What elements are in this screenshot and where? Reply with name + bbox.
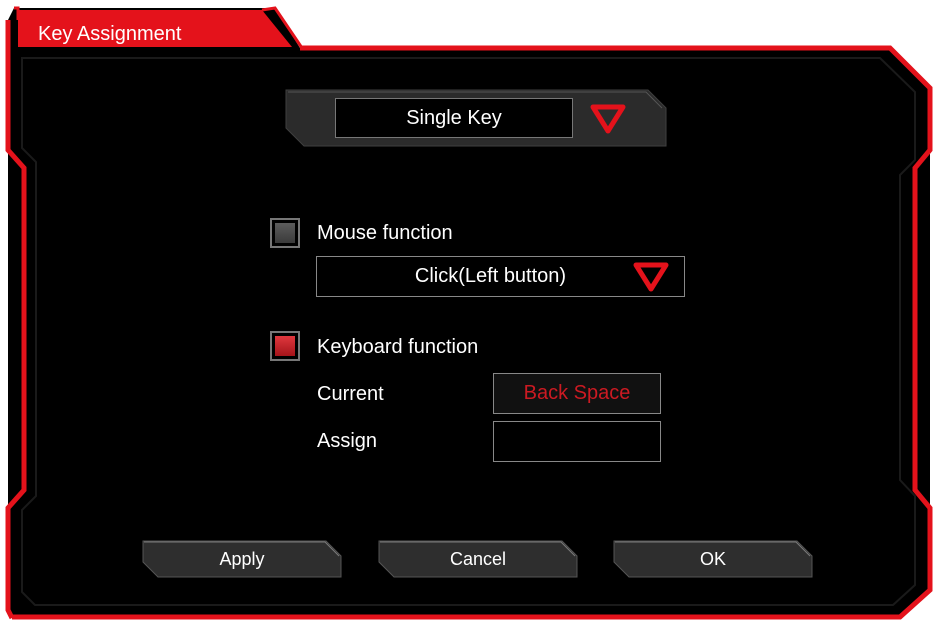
current-key-value: Back Space: [493, 373, 661, 414]
assign-key-input[interactable]: [493, 421, 661, 462]
current-label: Current: [317, 383, 384, 405]
mouse-function-value: Click(Left button): [414, 265, 567, 287]
triangle-down-icon: [633, 262, 669, 292]
triangle-down-icon[interactable]: [589, 103, 627, 135]
ok-button-label: OK: [699, 548, 726, 569]
mouse-function-label: Mouse function: [317, 222, 453, 244]
mode-selector[interactable]: Single Key: [335, 98, 573, 138]
apply-button[interactable]: Apply: [142, 540, 342, 578]
mouse-function-checkbox[interactable]: [270, 218, 300, 248]
assign-label: Assign: [317, 430, 378, 452]
cancel-button[interactable]: Cancel: [378, 540, 578, 578]
window-title: Key Assignment: [38, 23, 182, 45]
keyboard-function-label: Keyboard function: [317, 336, 479, 358]
apply-button-label: Apply: [219, 548, 265, 569]
cancel-button-label: Cancel: [449, 548, 507, 569]
dialog-frame: [5, 6, 933, 620]
mouse-function-dropdown[interactable]: Click(Left button): [316, 256, 685, 297]
ok-button[interactable]: OK: [613, 540, 813, 578]
keyboard-function-checkbox[interactable]: [270, 331, 300, 361]
